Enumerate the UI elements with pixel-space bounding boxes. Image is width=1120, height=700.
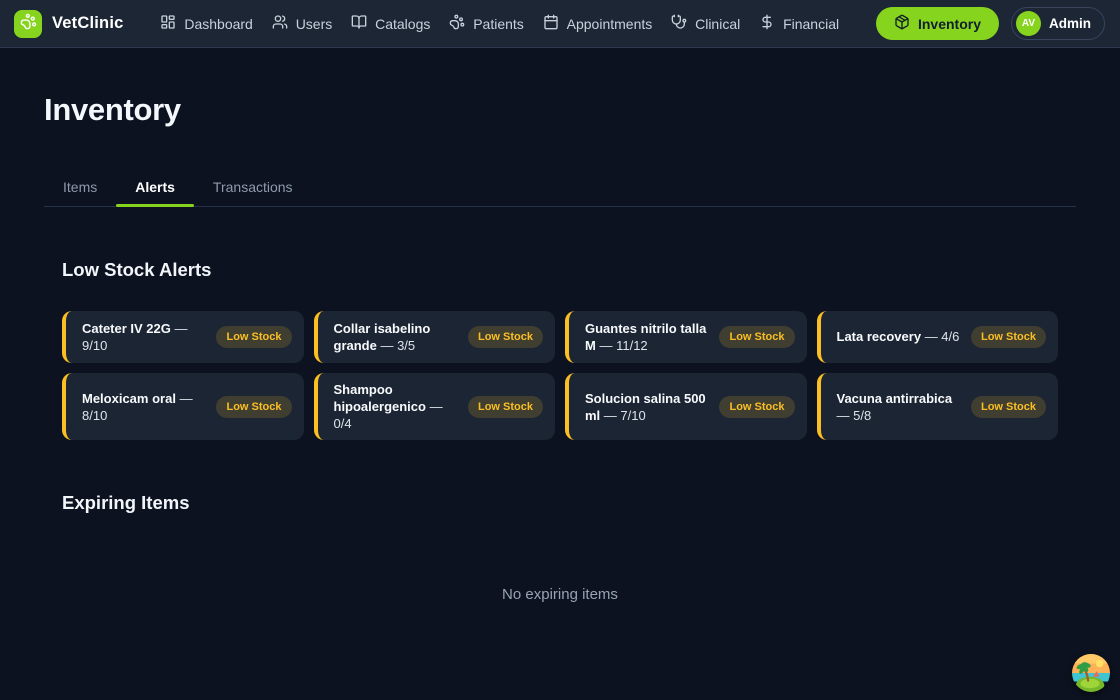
paw-icon bbox=[20, 13, 37, 35]
tab-items[interactable]: Items bbox=[44, 168, 116, 206]
low-stock-badge: Low Stock bbox=[971, 396, 1046, 418]
low-stock-badge: Low Stock bbox=[468, 396, 543, 418]
empty-state-message: No expiring items bbox=[62, 586, 1058, 603]
low-stock-card[interactable]: Shampoo hipoalergenico — 0/4 Low Stock bbox=[314, 373, 556, 440]
stethoscope-icon bbox=[671, 14, 687, 33]
dollar-icon bbox=[759, 14, 775, 33]
item-name: Cateter IV 22G bbox=[82, 321, 171, 336]
low-stock-card[interactable]: Vacuna antirrabica — 5/8 Low Stock bbox=[817, 373, 1059, 440]
page-title: Inventory bbox=[44, 92, 1076, 128]
avatar: AV bbox=[1016, 11, 1041, 36]
brand: VetClinic bbox=[14, 10, 124, 38]
nav-item-patients[interactable]: Patients bbox=[449, 14, 524, 33]
user-menu[interactable]: AV Admin bbox=[1011, 7, 1105, 40]
nav-item-appointments[interactable]: Appointments bbox=[543, 14, 653, 33]
nav-pill-label: Inventory bbox=[918, 16, 981, 32]
calendar-icon bbox=[543, 14, 559, 33]
nav-item-catalogs[interactable]: Catalogs bbox=[351, 14, 430, 33]
low-stock-badge: Low Stock bbox=[719, 326, 794, 348]
vetclinic-logo[interactable] bbox=[14, 10, 42, 38]
tab-alerts[interactable]: Alerts bbox=[116, 168, 194, 206]
low-stock-card[interactable]: Guantes nitrilo talla M — 11/12 Low Stoc… bbox=[565, 311, 807, 363]
item-count: — 7/10 bbox=[604, 408, 646, 423]
book-icon bbox=[351, 14, 367, 33]
brand-name: VetClinic bbox=[52, 14, 124, 33]
paw-icon bbox=[449, 14, 465, 33]
low-stock-card[interactable]: Lata recovery — 4/6 Low Stock bbox=[817, 311, 1059, 363]
tab-transactions[interactable]: Transactions bbox=[194, 168, 312, 206]
users-icon bbox=[272, 14, 288, 33]
low-stock-badge: Low Stock bbox=[216, 326, 291, 348]
nav-item-financial[interactable]: Financial bbox=[759, 14, 839, 33]
island-button[interactable] bbox=[1072, 654, 1110, 692]
expiring-section: Expiring Items No expiring items bbox=[44, 492, 1076, 603]
item-count: — 3/5 bbox=[380, 338, 415, 353]
top-nav: VetClinic Dashboard Users Catalogs Patie… bbox=[0, 0, 1120, 48]
main-nav: Dashboard Users Catalogs Patients Appoin… bbox=[142, 14, 858, 33]
low-stock-badge: Low Stock bbox=[216, 396, 291, 418]
item-count: — 11/12 bbox=[599, 338, 647, 353]
nav-item-dashboard[interactable]: Dashboard bbox=[160, 14, 253, 33]
island-icon bbox=[1072, 654, 1110, 692]
package-icon bbox=[894, 14, 910, 33]
low-stock-card[interactable]: Meloxicam oral — 8/10 Low Stock bbox=[62, 373, 304, 440]
low-stock-card[interactable]: Solucion salina 500 ml — 7/10 Low Stock bbox=[565, 373, 807, 440]
item-count: — 4/6 bbox=[925, 329, 960, 344]
inventory-page: Inventory Items Alerts Transactions Low … bbox=[0, 48, 1120, 603]
dashboard-icon bbox=[160, 14, 176, 33]
low-stock-heading: Low Stock Alerts bbox=[62, 259, 1058, 281]
nav-item-clinical[interactable]: Clinical bbox=[671, 14, 740, 33]
tab-bar: Items Alerts Transactions bbox=[44, 168, 1076, 207]
item-count: — 5/8 bbox=[837, 408, 872, 423]
item-name: Meloxicam oral bbox=[82, 391, 176, 406]
expiring-heading: Expiring Items bbox=[62, 492, 1058, 514]
nav-item-inventory-active[interactable]: Inventory bbox=[876, 7, 999, 40]
item-name: Lata recovery bbox=[837, 329, 922, 344]
item-name: Shampoo hipoalergenico bbox=[334, 382, 426, 414]
low-stock-cards: Cateter IV 22G — 9/10 Low Stock Collar i… bbox=[62, 311, 1058, 440]
low-stock-badge: Low Stock bbox=[719, 396, 794, 418]
user-name: Admin bbox=[1049, 16, 1091, 31]
low-stock-card[interactable]: Collar isabelino grande — 3/5 Low Stock bbox=[314, 311, 556, 363]
low-stock-section: Low Stock Alerts Cateter IV 22G — 9/10 L… bbox=[44, 259, 1076, 440]
low-stock-badge: Low Stock bbox=[468, 326, 543, 348]
nav-item-users[interactable]: Users bbox=[272, 14, 333, 33]
low-stock-card[interactable]: Cateter IV 22G — 9/10 Low Stock bbox=[62, 311, 304, 363]
item-name: Vacuna antirrabica bbox=[837, 391, 953, 406]
low-stock-badge: Low Stock bbox=[971, 326, 1046, 348]
